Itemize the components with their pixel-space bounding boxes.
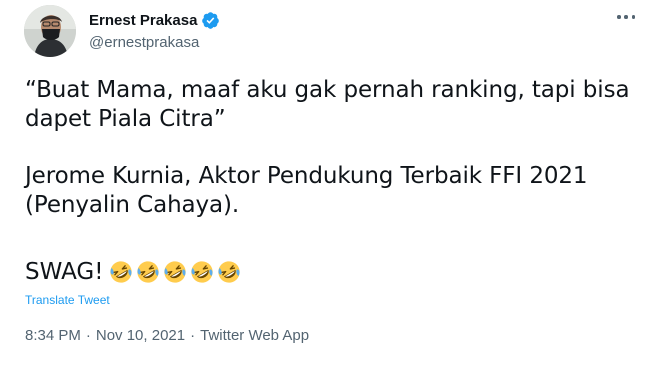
rolling-on-floor-laughing-emoji-icon	[136, 260, 160, 284]
name-row: Ernest Prakasa	[89, 9, 220, 31]
meta-separator: ·	[85, 327, 91, 344]
rolling-on-floor-laughing-emoji-icon	[109, 260, 133, 284]
rolling-on-floor-laughing-emoji-icon	[190, 260, 214, 284]
tweet-paragraph-1: “Buat Mama, maaf aku gak pernah ranking,…	[25, 77, 630, 132]
rolling-on-floor-laughing-emoji-icon	[163, 260, 187, 284]
rolling-on-floor-laughing-emoji-icon	[217, 260, 241, 284]
avatar[interactable]	[24, 5, 76, 57]
tweet-time[interactable]: 8:34 PM	[25, 327, 81, 344]
tweet-date[interactable]: Nov 10, 2021	[96, 327, 185, 344]
verified-badge-icon	[201, 11, 220, 30]
handle[interactable]: @ernestprakasa	[89, 34, 220, 51]
translate-tweet-link[interactable]: Translate Tweet	[25, 293, 110, 307]
tweet-metadata: 8:34 PM · Nov 10, 2021 · Twitter Web App	[25, 327, 309, 344]
tweet-paragraph-2: Jerome Kurnia, Aktor Pendukung Terbaik F…	[25, 163, 588, 218]
tweet-card: Ernest Prakasa @ernestprakasa “Buat Mama…	[0, 0, 653, 366]
swag-text: SWAG!	[25, 259, 104, 285]
author-block: Ernest Prakasa @ernestprakasa	[89, 9, 220, 51]
avatar-image	[24, 5, 76, 57]
tweet-source[interactable]: Twitter Web App	[200, 327, 309, 344]
display-name[interactable]: Ernest Prakasa	[89, 12, 197, 29]
tweet-swag-line: SWAG!	[25, 257, 244, 287]
emoji-row	[109, 260, 244, 284]
meta-separator: ·	[190, 327, 196, 344]
tweet-text: “Buat Mama, maaf aku gak pernah ranking,…	[25, 76, 635, 248]
more-icon[interactable]	[617, 13, 635, 21]
